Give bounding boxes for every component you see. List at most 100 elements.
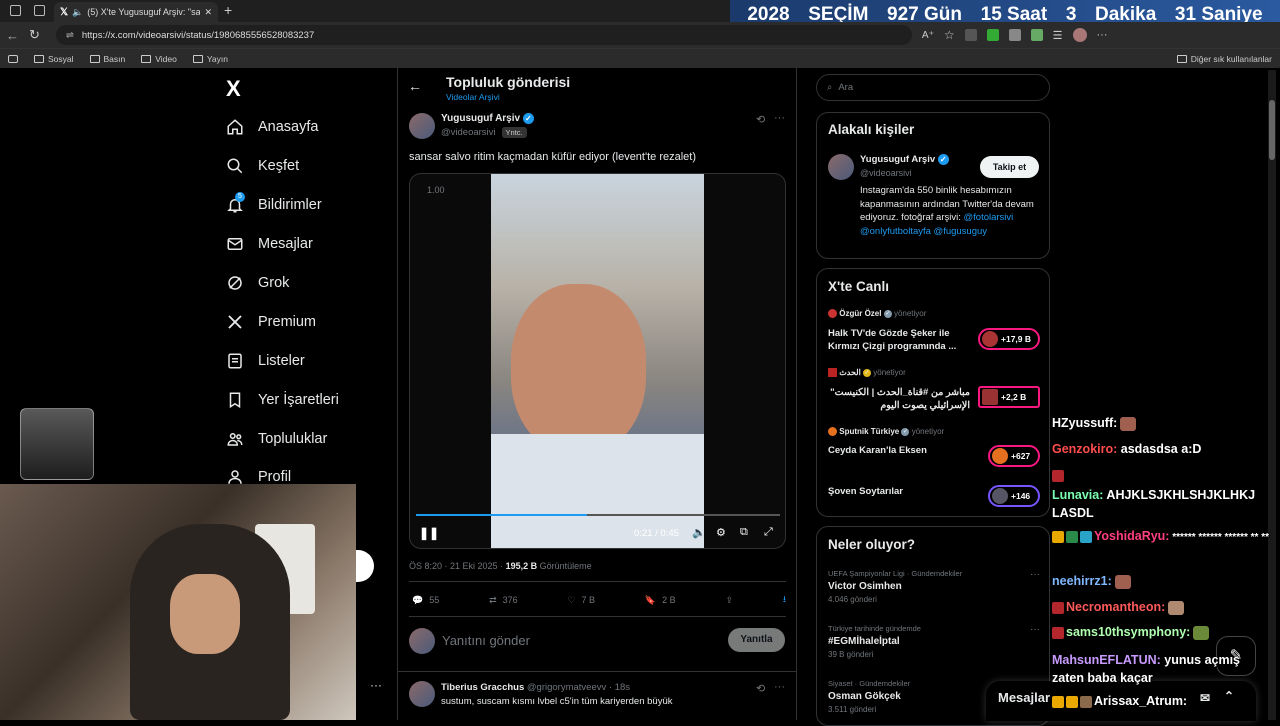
live-item[interactable]: Özgür Özel ✓ yönetiyor Halk TV'de Gözde … (828, 309, 1040, 357)
pip-icon[interactable]: ⧉ (740, 526, 748, 539)
extension-icon[interactable] (964, 29, 977, 41)
bookmark-folder[interactable]: Basın (89, 54, 125, 64)
listener-count-pill[interactable]: +2,2 B (978, 386, 1040, 408)
live-item[interactable]: Sputnik Türkiye ✓ yönetiyor Ceyda Karan'… (828, 427, 1040, 467)
download-button[interactable]: ⭳ (783, 592, 786, 608)
tab-actions-icon[interactable] (34, 5, 45, 16)
playback-speed[interactable]: 1.00 (427, 185, 445, 195)
related-handle[interactable]: @videoarsivi (860, 168, 912, 178)
reply-button[interactable]: 💬 55 (412, 592, 439, 608)
trend-count: 4.046 gönderi (828, 595, 877, 604)
trend-item[interactable]: UEFA Şampiyonlar Ligi · Gündemdekiler Vi… (828, 569, 1040, 604)
collections-icon[interactable]: ☰ (1053, 29, 1063, 42)
avatar-circle[interactable] (356, 550, 374, 582)
reply-input[interactable]: Yanıtını gönder (442, 633, 530, 648)
page-scrollbar[interactable] (1268, 70, 1276, 720)
badge-icon (1052, 695, 1064, 708)
listener-count-pill[interactable]: +17,9 B (978, 328, 1040, 350)
nav-lists[interactable]: Listeler (226, 349, 305, 373)
favorite-star-icon[interactable]: ☆ (944, 28, 955, 42)
author-name[interactable]: Yugusuguf Arşiv (441, 113, 520, 124)
bookmark-folder[interactable]: Sosyal (34, 54, 74, 64)
search-input[interactable]: Ara (838, 82, 853, 93)
nav-messages[interactable]: Mesajlar (226, 232, 313, 256)
author-avatar[interactable] (409, 113, 435, 139)
repost-button[interactable]: ⇄ 376 (489, 592, 518, 608)
chat-message: Necromantheon: (1052, 600, 1185, 615)
fullscreen-icon[interactable]: ⤢ (764, 526, 773, 539)
settings-icon[interactable]: ⚙ (716, 526, 726, 539)
bookmark-button[interactable]: 🔖 2 B (645, 592, 676, 608)
volume-icon[interactable]: 🔈 (692, 526, 706, 539)
close-tab-icon[interactable]: ✕ (204, 7, 212, 18)
x-logo[interactable]: X (226, 76, 241, 102)
follow-button[interactable]: Takip et (980, 156, 1039, 178)
nav-communities[interactable]: Topluluklar (226, 427, 327, 451)
chat-message: MahsunEFLATUN: yunus açmış zaten baba ka… (1052, 651, 1270, 687)
extension-icon[interactable] (1008, 29, 1021, 41)
nav-home[interactable]: Anasayfa (226, 115, 318, 139)
video-player[interactable]: 1.00 ❚❚ 0:21 / 0:45 🔈 ⚙ ⧉ ⤢ (409, 173, 786, 549)
author-handle[interactable]: @videoarsivi (441, 127, 496, 138)
nav-explore[interactable]: Keşfet (226, 154, 299, 178)
tab-bar: 𝕏 🔈 (5) X'te Yugusuguf Arşiv: "sa ✕ + (0, 0, 730, 22)
comment-grok-icon[interactable]: ⟲ (756, 682, 765, 695)
commenter-avatar[interactable] (409, 681, 435, 707)
post-timestamp[interactable]: ÖS 8:20 · 21 Eki 2025 · (409, 561, 506, 571)
like-button[interactable]: ♡ 7 B (567, 592, 595, 608)
live-host-row: الحدث ✓ yönetiyor (828, 368, 906, 378)
live-item[interactable]: Şoven Soytarılar +146 (828, 483, 1040, 513)
reply-button[interactable]: Yanıtla (728, 628, 785, 652)
audio-icon[interactable]: 🔈 (72, 7, 83, 18)
expand-icon[interactable]: ⌃ (1224, 689, 1234, 703)
comment-more-icon[interactable]: ··· (774, 681, 785, 693)
menu-icon[interactable]: ··· (1097, 29, 1108, 41)
site-info-icon[interactable]: ⇌ (66, 30, 74, 41)
workspaces-icon[interactable] (10, 5, 21, 16)
bookmark-folder[interactable]: Yayın (192, 54, 228, 64)
active-tab[interactable]: 𝕏 🔈 (5) X'te Yugusuguf Arşiv: "sa ✕ (54, 2, 218, 22)
nav-grok[interactable]: Grok (226, 271, 289, 295)
trend-more-icon[interactable]: ··· (1030, 569, 1040, 580)
reload-icon[interactable]: ↻ (29, 27, 40, 43)
back-icon[interactable]: ← (6, 28, 19, 43)
related-avatar[interactable] (828, 154, 854, 180)
profile-avatar[interactable] (1072, 28, 1087, 42)
nav-premium[interactable]: Premium (226, 310, 316, 334)
url-field[interactable]: ⇌ https://x.com/videoarsivi/status/19806… (55, 25, 912, 45)
new-tab-icon[interactable]: + (224, 2, 232, 18)
grok-explain-icon[interactable]: ⟲ (756, 113, 765, 126)
pause-icon[interactable]: ❚❚ (419, 526, 439, 540)
scrollbar-thumb[interactable] (1269, 100, 1275, 160)
reading-icon[interactable] (8, 54, 18, 63)
commenter-handle[interactable]: @grigorymatveevv · 18s (527, 682, 630, 693)
nav-notifications[interactable]: 5 Bildirimler (226, 192, 322, 217)
commenter-name[interactable]: Tiberius Gracchus (441, 682, 524, 693)
community-name[interactable]: Videolar Arşivi (446, 92, 500, 102)
listener-count-pill[interactable]: +627 (988, 445, 1040, 467)
other-bookmarks[interactable]: Diğer sık kullanılanlar (1176, 54, 1272, 64)
verified-icon: ✓ (883, 309, 892, 318)
extension-icon[interactable] (986, 29, 999, 41)
more-options-icon[interactable]: ··· (370, 678, 382, 692)
related-name[interactable]: Yugusuguf Arşiv (860, 154, 935, 165)
post-more-icon[interactable]: ··· (774, 112, 785, 124)
divider (398, 671, 796, 672)
share-button[interactable]: ⇪ (725, 592, 733, 608)
video-time: 0:21 / 0:45 (634, 528, 679, 539)
trend-item[interactable]: Türkiye tarihinde gündemde #EGMİhaleİpta… (828, 624, 1040, 659)
compose-message-icon[interactable]: ✉ (1200, 691, 1210, 705)
extension-icon[interactable] (1030, 29, 1043, 41)
nav-bookmarks[interactable]: Yer İşaretleri (226, 388, 339, 412)
live-item[interactable]: الحدث ✓ yönetiyor مباشر من #قناة_الحدث |… (828, 368, 1040, 416)
translate-icon[interactable]: A⁺ (922, 30, 934, 41)
search-box[interactable]: ⌕ Ara (816, 74, 1050, 101)
bookmark-folder[interactable]: Video (141, 54, 177, 64)
author-name-row[interactable]: Yugusuguf Arşiv ✓ (441, 113, 534, 124)
listener-count-pill[interactable]: +146 (988, 485, 1040, 507)
back-arrow-icon[interactable]: ← (408, 78, 422, 94)
video-progress-track[interactable] (416, 514, 780, 516)
trend-more-icon[interactable]: ··· (1030, 624, 1040, 635)
related-name-row[interactable]: Yugusuguf Arşiv ✓ (860, 154, 949, 165)
chat-user: Necromantheon: (1066, 600, 1166, 614)
